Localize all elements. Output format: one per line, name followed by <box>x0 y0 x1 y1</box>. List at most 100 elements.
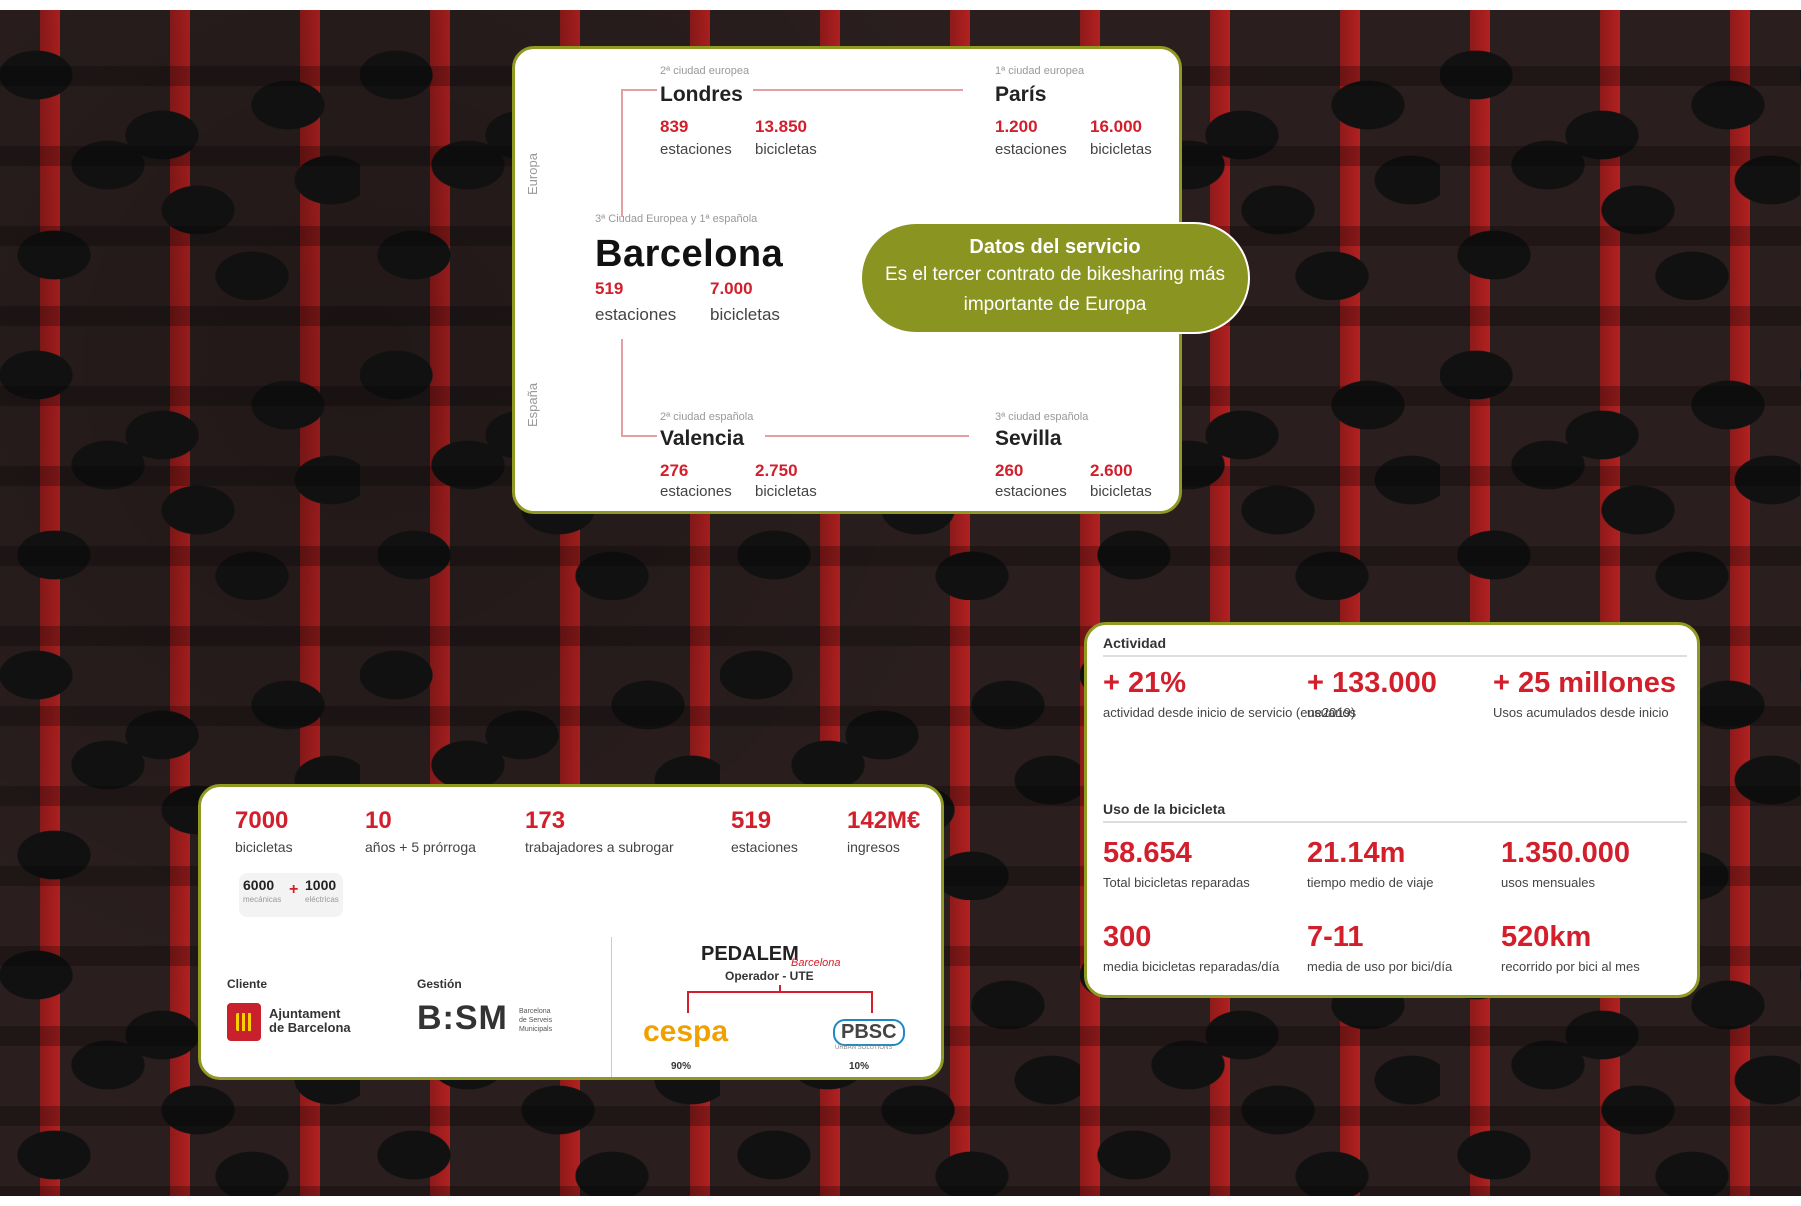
pbsc-subtitle: URBAN SOLUTIONS <box>835 1045 893 1051</box>
pbsc-share: 10% <box>849 1061 870 1072</box>
stat-label: ingresos <box>847 839 900 855</box>
stat-label: actividad desde inicio de servicio (ene2… <box>1103 705 1356 720</box>
connector-line <box>621 435 657 437</box>
usage-stat: 1.350.000 usos mensuales <box>1501 837 1691 892</box>
ajuntament-logo-icon <box>227 1003 261 1041</box>
valencia-bikes: 2.750 <box>755 461 798 480</box>
stat-value: 173 <box>525 807 566 834</box>
spain-axis-label: España <box>525 382 540 427</box>
stat-value: 519 <box>731 807 772 834</box>
stat-value: 21.14m <box>1307 837 1406 869</box>
top-border <box>0 0 1801 10</box>
usage-stat: 7-11 media de uso por bici/día <box>1307 921 1497 976</box>
sevilla-stations-label: estaciones <box>995 483 1067 500</box>
activity-title: Actividad <box>1103 635 1167 651</box>
stat-value: 58.654 <box>1103 837 1192 869</box>
barcelona-name: Barcelona <box>595 233 784 275</box>
bottom-border <box>0 1196 1801 1206</box>
stat-revenue: 142M€ ingresos <box>847 807 920 855</box>
london-bikes: 13.850 <box>755 117 807 136</box>
connector-line <box>621 89 657 91</box>
pedalem-subtitle: Barcelona <box>791 957 841 969</box>
divider <box>1103 655 1687 657</box>
europe-axis-label: Europa <box>525 153 540 195</box>
valencia-rank: 2ª ciudad española <box>660 411 754 423</box>
valencia-stations-label: estaciones <box>660 483 732 500</box>
paris-stations: 1.200 <box>995 117 1038 136</box>
stat-value: 300 <box>1103 921 1152 953</box>
connector-line <box>621 339 623 435</box>
usage-stat: 58.654 Total bicicletas reparadas <box>1103 837 1293 892</box>
activity-stat: + 25 millones Usos acumulados desde inic… <box>1493 667 1693 722</box>
connector-line <box>753 89 963 91</box>
paris-rank: 1ª ciudad europea <box>995 65 1085 77</box>
barcelona-stations: 519 <box>595 279 624 298</box>
stat-value: 7000 <box>235 807 289 834</box>
sevilla-rank: 3ª ciudad española <box>995 411 1089 423</box>
stat-value: + 21% <box>1103 667 1187 699</box>
pbsc-logo: PBSC <box>833 1019 905 1046</box>
stat-value: 520km <box>1501 921 1592 953</box>
stat-label: estaciones <box>731 839 798 855</box>
london-name: Londres <box>660 83 743 106</box>
stat-label: media de uso por bici/día <box>1307 959 1453 974</box>
service-contract-card: 7000 bicicletas 10 años + 5 prórroga 173… <box>198 784 944 1080</box>
operator-bracket <box>687 991 873 1013</box>
cespa-share: 90% <box>671 1061 692 1072</box>
stat-value: 1.350.000 <box>1501 837 1631 869</box>
bsm-logo: B:SM <box>417 999 508 1037</box>
operator-connector <box>779 985 781 993</box>
usage-stat: 21.14m tiempo medio de viaje <box>1307 837 1487 892</box>
stat-label: recorrido por bici al mes <box>1501 959 1640 974</box>
client-label: Cliente <box>227 977 268 991</box>
stat-label: tiempo medio de viaje <box>1307 875 1434 890</box>
stat-label: usos mensuales <box>1501 875 1595 890</box>
stat-label: años + 5 prórroga <box>365 839 476 855</box>
usage-title: Uso de la bicicleta <box>1103 801 1226 817</box>
sevilla-bikes-label: bicicletas <box>1090 483 1152 500</box>
cespa-logo: cespa <box>643 1015 729 1048</box>
plus-sign: + <box>289 881 299 898</box>
paris-bikes-label: bicicletas <box>1090 141 1152 158</box>
mechanical-label: mecánicas <box>243 895 282 904</box>
valencia-name: Valencia <box>660 427 745 450</box>
london-stations-label: estaciones <box>660 141 732 158</box>
stat-bikes: 7000 bicicletas <box>235 807 293 855</box>
stat-label: trabajadores a subrogar <box>525 839 674 855</box>
connector-line <box>765 435 969 437</box>
valencia-bikes-label: bicicletas <box>755 483 817 500</box>
sevilla-bikes: 2.600 <box>1090 461 1133 480</box>
mechanical-count: 6000 <box>243 877 275 893</box>
paris-name: París <box>995 83 1047 106</box>
london-bikes-label: bicicletas <box>755 141 817 158</box>
paris-bikes: 16.000 <box>1090 117 1142 136</box>
stat-label: media bicicletas reparadas/día <box>1103 959 1280 974</box>
activity-stat: + 133.000 usuarios <box>1307 667 1487 722</box>
barcelona-rank: 3ª Ciudad Europea y 1ª española <box>595 213 758 225</box>
stat-value: 142M€ <box>847 807 921 834</box>
valencia-stations: 276 <box>660 461 689 480</box>
stat-value: 10 <box>365 807 392 834</box>
bubble-line-2: importante de Europa <box>963 294 1147 315</box>
barcelona-bikes-label: bicicletas <box>710 305 780 324</box>
sevilla-name: Sevilla <box>995 427 1062 450</box>
management-label: Gestión <box>417 977 462 991</box>
activity-card: Actividad + 21% actividad desde inicio d… <box>1084 622 1700 998</box>
pedalem-logo: PEDALEM <box>701 943 799 965</box>
electric-count: 1000 <box>305 877 337 893</box>
stat-value: 7-11 <box>1307 921 1364 953</box>
stat-label: Usos acumulados desde inicio <box>1493 705 1669 720</box>
stat-years: 10 años + 5 prórroga <box>365 807 476 855</box>
usage-stat: 520km recorrido por bici al mes <box>1501 921 1691 976</box>
bubble-title: Datos del servicio <box>969 236 1141 258</box>
usage-stat: 300 media bicicletas reparadas/día <box>1103 921 1280 976</box>
paris-stations-label: estaciones <box>995 141 1067 158</box>
stat-workers: 173 trabajadores a subrogar <box>525 807 674 855</box>
stat-label: bicicletas <box>235 839 293 855</box>
bsm-subtitle: Barcelona de Serveis Municipals <box>519 1008 553 1033</box>
london-stations: 839 <box>660 117 689 136</box>
sevilla-stations: 260 <box>995 461 1024 480</box>
london-rank: 2ª ciudad europea <box>660 65 750 77</box>
stat-stations: 519 estaciones <box>731 807 798 855</box>
client-name: Ajuntament de Barcelona <box>269 1006 351 1035</box>
